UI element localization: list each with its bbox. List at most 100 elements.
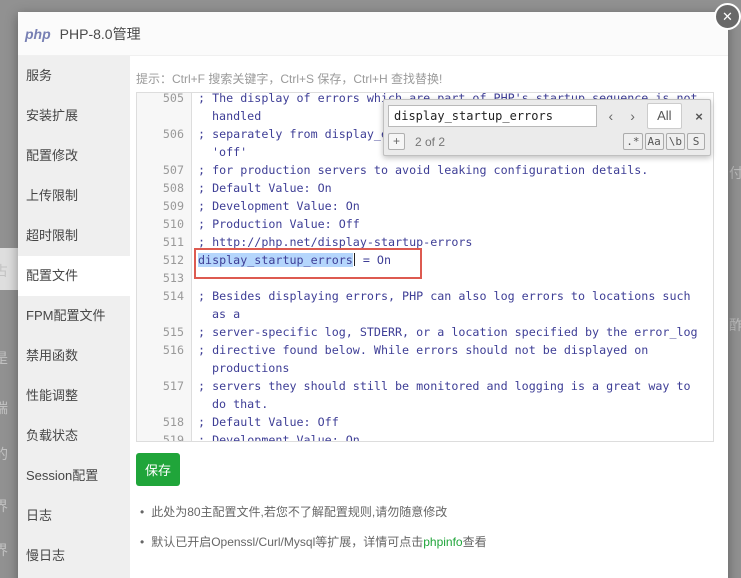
note-text: 默认已开启Openssl/Curl/Mysql等扩展，详情可点击 (151, 535, 423, 549)
search-input[interactable] (388, 105, 597, 127)
code-text: display_startup_errors = On (192, 251, 713, 269)
line-number: 509 (137, 197, 192, 215)
line-number: 505 (137, 92, 192, 107)
code-text: ; Default Value: Off (192, 413, 713, 431)
sidebar-item-FPM配置文件[interactable]: FPM配置文件 (18, 296, 130, 336)
search-match-selected: display_startup_errors (198, 253, 353, 267)
code-text: do that. (192, 395, 713, 413)
sidebar-item-慢日志[interactable]: 慢日志 (18, 536, 130, 576)
code-text: ; Development Value: On (192, 431, 713, 442)
sidebar-item-配置修改[interactable]: 配置修改 (18, 136, 130, 176)
sidebar-item-安装扩展[interactable]: 安装扩展 (18, 96, 130, 136)
line-number (137, 395, 192, 413)
code-row[interactable]: 519; Development Value: On (137, 431, 713, 442)
sidebar-item-禁用函数[interactable]: 禁用函数 (18, 336, 130, 376)
code-text: ; Besides displaying errors, PHP can als… (192, 287, 713, 305)
line-number: 506 (137, 125, 192, 143)
add-search-button[interactable]: + (388, 133, 405, 150)
code-row[interactable]: 514; Besides displaying errors, PHP can … (137, 287, 713, 305)
line-number: 512 (137, 251, 192, 269)
backdrop-fragment: 酢 (729, 315, 741, 335)
search-all-button[interactable]: All (647, 103, 683, 129)
sidebar-item-Session配置[interactable]: Session配置 (18, 456, 130, 496)
code-text: ; servers they should still be monitored… (192, 377, 713, 395)
note-text: 此处为80主配置文件,若您不了解配置规则,请勿随意修改 (151, 505, 447, 519)
plus-icon: + (393, 134, 400, 148)
note-item: •默认已开启Openssl/Curl/Mysql等扩展，详情可点击phpinfo… (136, 533, 728, 550)
line-number (137, 359, 192, 377)
code-row[interactable]: 513 (137, 269, 713, 287)
line-number: 515 (137, 323, 192, 341)
line-number (137, 305, 192, 323)
text-cursor (354, 253, 355, 266)
backdrop-fragment: 的 (0, 444, 12, 464)
php-manager-modal: ✕ php PHP-8.0管理 服务安装扩展配置修改上传限制超时限制配置文件FP… (18, 12, 728, 578)
line-number: 514 (137, 287, 192, 305)
hint-text: 提示：Ctrl+F 搜索关键字，Ctrl+S 保存，Ctrl+H 查找替换! (136, 70, 728, 87)
close-button[interactable]: ✕ (714, 3, 741, 30)
code-text: ; Development Value: On (192, 197, 713, 215)
backdrop-fragment: 端 (0, 398, 12, 418)
sidebar-item-超时限制[interactable]: 超时限制 (18, 216, 130, 256)
backdrop-fragment: 占 (0, 261, 12, 281)
code-row[interactable]: productions (137, 359, 713, 377)
line-number: 519 (137, 431, 192, 442)
code-row[interactable]: 511; http://php.net/display-startup-erro… (137, 233, 713, 251)
modal-title: PHP-8.0管理 (60, 24, 141, 44)
sidebar: 服务安装扩展配置修改上传限制超时限制配置文件FPM配置文件禁用函数性能调整负载状… (18, 56, 130, 578)
code-row[interactable]: 512display_startup_errors = On (137, 251, 713, 269)
match-count: 2 of 2 (415, 135, 445, 149)
line-number: 516 (137, 341, 192, 359)
sidebar-item-配置文件[interactable]: 配置文件 (18, 256, 130, 296)
code-row[interactable]: 515; server-specific log, STDERR, or a l… (137, 323, 713, 341)
bullet-icon: • (140, 505, 144, 519)
line-number (137, 107, 192, 125)
line-number (137, 143, 192, 161)
code-row[interactable]: 509; Development Value: On (137, 197, 713, 215)
code-row[interactable]: 517; servers they should still be monito… (137, 377, 713, 395)
backdrop-fragment: 付 (729, 163, 741, 183)
sidebar-item-性能调整[interactable]: 性能调整 (18, 376, 130, 416)
sidebar-item-上传限制[interactable]: 上传限制 (18, 176, 130, 216)
search-close-button[interactable]: × (692, 109, 706, 124)
search-prev-button[interactable]: ‹ (603, 108, 619, 124)
code-row[interactable]: 518; Default Value: Off (137, 413, 713, 431)
content-panel: 提示：Ctrl+F 搜索关键字，Ctrl+S 保存，Ctrl+H 查找替换! 5… (130, 56, 728, 578)
line-number: 510 (137, 215, 192, 233)
note-text: 查看 (463, 535, 487, 549)
line-number: 518 (137, 413, 192, 431)
note-item: • 此处为80主配置文件,若您不了解配置规则,请勿随意修改 (136, 503, 728, 520)
code-row[interactable]: 507; for production servers to avoid lea… (137, 161, 713, 179)
backdrop-fragment: 是 (0, 348, 12, 368)
word-toggle[interactable]: \b (666, 133, 685, 150)
regex-toggle[interactable]: .* (623, 133, 642, 150)
code-text: ; http://php.net/display-startup-errors (192, 233, 713, 251)
code-row[interactable]: do that. (137, 395, 713, 413)
modal-header: php PHP-8.0管理 (18, 12, 728, 56)
phpinfo-link[interactable]: phpinfo (423, 535, 462, 549)
chevron-left-icon: ‹ (608, 108, 613, 124)
code-row[interactable]: as a (137, 305, 713, 323)
code-text: ; directive found below. While errors sh… (192, 341, 713, 359)
sidebar-item-负载状态[interactable]: 负载状态 (18, 416, 130, 456)
search-next-button[interactable]: › (625, 108, 641, 124)
close-icon: × (695, 109, 703, 124)
case-toggle[interactable]: Aa (645, 133, 664, 150)
sidebar-item-服务[interactable]: 服务 (18, 56, 130, 96)
code-row[interactable]: 516; directive found below. While errors… (137, 341, 713, 359)
line-number: 508 (137, 179, 192, 197)
line-number: 513 (137, 269, 192, 287)
code-row[interactable]: 510; Production Value: Off (137, 215, 713, 233)
code-text (192, 269, 713, 287)
save-button[interactable]: 保存 (136, 453, 180, 486)
line-number: 507 (137, 161, 192, 179)
code-row[interactable]: 508; Default Value: On (137, 179, 713, 197)
line-number: 511 (137, 233, 192, 251)
code-text: ; server-specific log, STDERR, or a loca… (192, 323, 713, 341)
code-text: as a (192, 305, 713, 323)
chevron-right-icon: › (630, 108, 635, 124)
sidebar-item-日志[interactable]: 日志 (18, 496, 130, 536)
code-text: = On (356, 253, 391, 267)
search-panel: ‹ › All × + 2 of 2 (383, 99, 711, 156)
selection-toggle[interactable]: S (687, 133, 705, 150)
